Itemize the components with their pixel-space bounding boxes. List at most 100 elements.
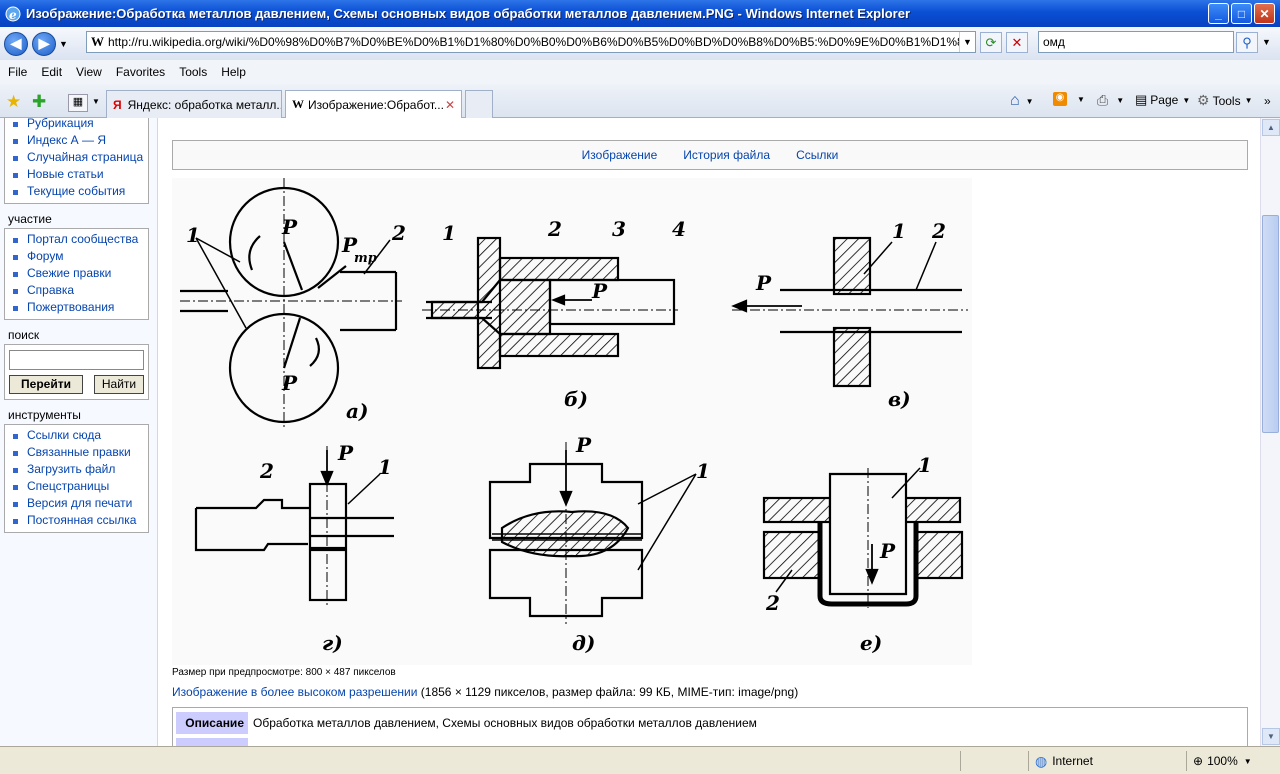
label-b4: 4 bbox=[672, 217, 686, 241]
address-bar: ◀ ▶ ▼ W http://ru.wikipedia.org/wiki/%D0… bbox=[0, 27, 1280, 60]
nav-link-current-events[interactable]: Текущие события bbox=[13, 183, 144, 200]
search-input[interactable]: омд bbox=[1038, 31, 1234, 53]
zone-label: Internet bbox=[1052, 754, 1093, 768]
nav-link-random[interactable]: Случайная страница bbox=[13, 149, 144, 166]
link-forum[interactable]: Форум bbox=[13, 248, 144, 265]
tab-image[interactable]: Изображение bbox=[582, 148, 658, 162]
nav-link-categories[interactable]: Рубрикация bbox=[13, 118, 144, 132]
forward-button[interactable]: ▶ bbox=[32, 31, 56, 56]
new-tab-button[interactable] bbox=[465, 90, 493, 118]
go-button[interactable]: Перейти bbox=[9, 375, 83, 394]
back-arrow-icon: ◀ bbox=[10, 35, 22, 51]
description-table: Описание Обработка металлов давлением, С… bbox=[172, 707, 1248, 746]
scroll-down-button[interactable]: ▼ bbox=[1262, 728, 1280, 745]
close-tab-icon[interactable]: ✕ bbox=[445, 98, 455, 112]
link-upload-file[interactable]: Загрузить файл bbox=[13, 461, 144, 478]
search-heading: поиск bbox=[8, 328, 40, 342]
link-community-portal[interactable]: Портал сообщества bbox=[13, 231, 144, 248]
label-d1: 1 bbox=[696, 459, 710, 483]
description-label: Описание bbox=[176, 712, 248, 734]
link-recent-changes[interactable]: Свежие правки bbox=[13, 265, 144, 282]
refresh-icon: ⟳ bbox=[985, 34, 997, 50]
tools-menu-button[interactable]: ⚙ Tools ▼ bbox=[1197, 92, 1253, 109]
caption-e: е) bbox=[860, 631, 882, 655]
link-donations[interactable]: Пожертвования bbox=[13, 299, 144, 316]
scroll-up-button[interactable]: ▲ bbox=[1262, 119, 1280, 136]
link-printable-version[interactable]: Версия для печати bbox=[13, 495, 144, 512]
link-help[interactable]: Справка bbox=[13, 282, 144, 299]
caption-d: д) bbox=[572, 631, 595, 655]
label-a1: 1 bbox=[186, 223, 200, 247]
tab-file-history[interactable]: История файла bbox=[683, 148, 770, 162]
search-options-icon[interactable]: ▼ bbox=[1262, 37, 1271, 47]
caption-g: г) bbox=[322, 631, 343, 655]
link-what-links-here[interactable]: Ссылки сюда bbox=[13, 427, 144, 444]
back-button[interactable]: ◀ bbox=[4, 31, 28, 56]
minimize-button[interactable]: _ bbox=[1208, 3, 1229, 24]
ie-logo-icon: e bbox=[4, 5, 22, 23]
scheme-extrusion bbox=[422, 236, 678, 370]
find-button[interactable]: Найти bbox=[94, 375, 144, 394]
label-g1: 1 bbox=[378, 455, 392, 479]
print-button[interactable]: ⎙ ▼ bbox=[1097, 92, 1124, 109]
stop-button[interactable]: ✕ bbox=[1006, 32, 1028, 53]
address-dropdown-icon[interactable]: ▼ bbox=[959, 32, 975, 52]
tab-wikipedia[interactable]: W Изображение:Обработ... ✕ bbox=[285, 90, 462, 118]
caption-v: в) bbox=[888, 387, 911, 411]
menu-help[interactable]: Help bbox=[221, 65, 246, 79]
link-special-pages[interactable]: Спецстраницы bbox=[13, 478, 144, 495]
nav-link-new-articles[interactable]: Новые статьи bbox=[13, 166, 144, 183]
caption-a: а) bbox=[346, 399, 368, 423]
home-button[interactable]: ⌂ ▼ bbox=[1010, 92, 1034, 110]
description-text: Обработка металлов давлением, Схемы осно… bbox=[253, 716, 757, 730]
toolbar-overflow-icon[interactable]: » bbox=[1264, 94, 1271, 108]
menu-file[interactable]: File bbox=[8, 65, 27, 79]
stop-icon: ✕ bbox=[1011, 34, 1023, 50]
address-url[interactable]: http://ru.wikipedia.org/wiki/%D0%98%D0%B… bbox=[108, 35, 959, 49]
menu-view[interactable]: View bbox=[76, 65, 102, 79]
hires-info: (1856 × 1129 пикселов, размер файла: 99 … bbox=[417, 685, 799, 699]
scroll-thumb[interactable] bbox=[1262, 215, 1279, 433]
menu-edit[interactable]: Edit bbox=[41, 65, 62, 79]
wiki-search-input[interactable] bbox=[9, 350, 144, 370]
tools-portlet: инструменты Ссылки сюда Связанные правки… bbox=[4, 406, 149, 533]
forward-arrow-icon: ▶ bbox=[38, 35, 50, 51]
quick-tabs-icon[interactable]: ▦ bbox=[68, 94, 88, 112]
search-go-button[interactable]: ⚲ bbox=[1236, 32, 1258, 53]
link-permanent-link[interactable]: Постоянная ссылка bbox=[13, 512, 144, 529]
hires-line: Изображение в более высоком разрешении (… bbox=[172, 685, 798, 699]
favorites-star-icon[interactable]: ★ bbox=[6, 92, 21, 112]
address-field[interactable]: W http://ru.wikipedia.org/wiki/%D0%98%D0… bbox=[86, 31, 976, 53]
close-window-button[interactable]: ✕ bbox=[1254, 3, 1275, 24]
nav-link-index[interactable]: Индекс А — Я bbox=[13, 132, 144, 149]
menu-tools[interactable]: Tools bbox=[179, 65, 207, 79]
tab-yandex[interactable]: Я Яндекс: обработка металл... bbox=[106, 90, 282, 118]
link-related-changes[interactable]: Связанные правки bbox=[13, 444, 144, 461]
tab-bar: ★ ✚ ▦ ▼ Я Яндекс: обработка металл... W … bbox=[0, 84, 1280, 118]
tab-links[interactable]: Ссылки bbox=[796, 148, 838, 162]
label-p-shearing: P bbox=[337, 441, 354, 465]
zoom-control[interactable]: ⊕ 100% ▼ bbox=[1186, 751, 1280, 771]
yandex-favicon-icon: Я bbox=[113, 97, 122, 112]
hires-link[interactable]: Изображение в более высоком разрешении bbox=[172, 685, 417, 699]
zoom-level: 100% bbox=[1207, 754, 1238, 768]
feeds-button[interactable]: ◉ ▼ bbox=[1053, 92, 1085, 106]
metal-forming-diagram[interactable]: P P тр P 1 2 а) 1 2 3 4 P б) P 1 2 в) 2 … bbox=[172, 178, 972, 665]
page-menu-button[interactable]: ▤ Page ▼ bbox=[1135, 92, 1190, 108]
add-favorites-icon[interactable]: ✚ bbox=[32, 92, 46, 112]
refresh-button[interactable]: ⟳ bbox=[980, 32, 1002, 53]
status-segment bbox=[960, 751, 1028, 771]
history-dropdown-icon[interactable]: ▼ bbox=[59, 39, 68, 49]
tools-menu-label: Tools bbox=[1212, 93, 1241, 108]
participation-list: Портал сообщества Форум Свежие правки Сп… bbox=[4, 228, 149, 320]
page-icon: ▤ bbox=[1135, 92, 1148, 107]
label-v2: 2 bbox=[931, 219, 946, 243]
vertical-scrollbar[interactable]: ▲ ▼ bbox=[1260, 118, 1280, 746]
search-portlet: поиск Перейти Найти bbox=[4, 326, 149, 400]
tab-list-dropdown-icon[interactable]: ▼ bbox=[92, 97, 100, 106]
menu-favorites[interactable]: Favorites bbox=[116, 65, 165, 79]
zoom-dropdown-icon[interactable]: ▼ bbox=[1244, 757, 1252, 766]
wikipedia-favicon-icon: W bbox=[91, 34, 104, 49]
maximize-button[interactable]: □ bbox=[1231, 3, 1252, 24]
window-title: Изображение:Обработка металлов давлением… bbox=[26, 6, 911, 21]
